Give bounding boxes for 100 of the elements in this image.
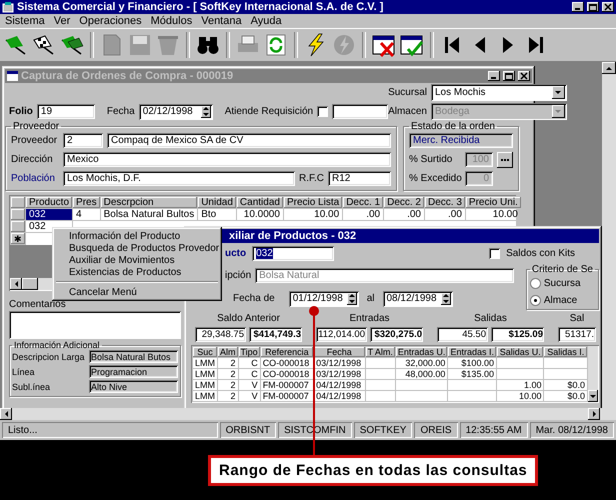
field-label: Fecha [106, 106, 135, 117]
column-header[interactable]: Salidas U. [496, 346, 544, 358]
menu-item[interactable]: Ayuda [250, 15, 282, 27]
info-field: Bolsa Natural Butos [89, 350, 178, 363]
percent-field: 0 [465, 171, 493, 186]
address-field[interactable]: Mexico [63, 152, 391, 167]
column-header[interactable]: Producto [26, 196, 73, 208]
date-field[interactable]: 02/12/1998 [138, 104, 213, 120]
table-cell: .00 [384, 208, 424, 220]
menu-item[interactable]: Información del Producto [55, 230, 219, 242]
checkbox[interactable] [317, 106, 328, 117]
column-header[interactable]: Entradas U. [395, 346, 448, 358]
checkbox-label: Atiende Requisición [224, 106, 314, 117]
menu-item[interactable]: Auxiliar de Movimientos [55, 254, 219, 266]
scroll-thumb[interactable] [22, 278, 38, 290]
supplier-code-field[interactable]: 2 [63, 133, 103, 148]
window-title: Captura de Ordenes de Compra - 000019 [21, 70, 234, 82]
requisition-field[interactable] [332, 104, 388, 119]
window-title: xiliar de Productos - 032 [228, 230, 358, 242]
table-cell: 10.0000 [236, 208, 284, 220]
table-cell: 10.00 [283, 208, 343, 220]
menu-item[interactable]: Ventana [201, 15, 242, 27]
field-label: % Surtido [409, 154, 454, 165]
column-header[interactable]: Fecha [314, 346, 366, 358]
row-selector[interactable] [10, 220, 26, 232]
checkbox[interactable] [489, 248, 500, 259]
product-field[interactable]: 032 [252, 246, 334, 261]
column-header[interactable]: Suc [192, 346, 218, 358]
table-cell: V [238, 390, 260, 402]
menu-item[interactable]: Cancelar Menú [55, 286, 219, 298]
field-label: ucto [225, 248, 246, 259]
field-label: Sucursal [388, 87, 427, 98]
menu-item[interactable]: Ver [54, 15, 70, 27]
radio-label: Almace [544, 295, 578, 306]
field-label: Comentarios [9, 299, 67, 310]
column-header[interactable]: Alm [218, 346, 238, 358]
field-label: ipción [225, 270, 252, 281]
supplier-name-field[interactable]: Compaq de Mexico SA de CV [107, 133, 391, 148]
maximize-button[interactable] [587, 2, 599, 12]
table-cell: Bolsa Natural Bultos [100, 208, 198, 220]
column-header[interactable]: Decc. 1 [342, 196, 384, 208]
column-header[interactable]: Precio Lista [283, 196, 343, 208]
scroll-down-button[interactable] [588, 390, 598, 402]
radio-button[interactable] [530, 295, 541, 306]
scroll-left-button[interactable] [10, 278, 22, 290]
field-label: Descripcion Larga [12, 352, 86, 362]
column-header[interactable]: Decc. 3 [424, 196, 466, 208]
scroll-left-button[interactable] [0, 408, 12, 420]
total-label: Sal [570, 313, 584, 324]
radio-button[interactable] [530, 278, 541, 289]
column-header[interactable]: Unidad [198, 196, 236, 208]
branch-dropdown[interactable]: Los Mochis [430, 84, 567, 101]
column-header[interactable]: Cantidad [236, 196, 284, 208]
column-header[interactable]: T Alm. [365, 346, 396, 358]
scroll-right-button[interactable] [588, 408, 600, 420]
folio-field[interactable]: 19 [36, 104, 95, 119]
column-header[interactable]: Descrpcion [100, 196, 198, 208]
field-label: Línea [12, 366, 36, 376]
column-header[interactable]: Precio Uni. [465, 196, 522, 208]
menu-item[interactable]: Busqueda de Productos Provedor [55, 242, 219, 254]
table-cell: 48,000.00 [395, 368, 448, 380]
table-cell: $0.0 [544, 390, 588, 402]
more-button[interactable] [497, 152, 513, 168]
field-label: Almacen [388, 106, 427, 117]
checkbox-label: Saldos con Kits [506, 248, 575, 259]
amount-field: $414,749.3 [249, 327, 302, 342]
group-title: Estado de la orden [410, 121, 496, 132]
date-field[interactable]: 01/12/1998 [288, 290, 359, 306]
minimize-button[interactable] [572, 2, 584, 12]
table-cell: $100.00 [448, 358, 496, 368]
table-cell: 10.00 [496, 390, 544, 402]
date-field[interactable]: 08/12/1998 [382, 290, 452, 306]
city-field[interactable]: Los Mochis, D.F. [63, 171, 295, 186]
table-cell: .00 [342, 208, 384, 220]
column-header[interactable]: Salidas I. [544, 346, 588, 358]
group-title: Proveedor [12, 121, 60, 132]
row-selector[interactable] [10, 208, 26, 220]
table-cell: LMM [192, 390, 218, 402]
status-panel: 12:35:55 AM [460, 422, 528, 438]
menu-item[interactable]: Sistema [5, 15, 45, 27]
field-label: al [366, 293, 374, 304]
column-header[interactable]: Pres [72, 196, 100, 208]
table-cell: 2 [218, 380, 238, 390]
column-header[interactable]: Tipo [238, 346, 260, 358]
menu-item[interactable]: Operaciones [79, 15, 142, 27]
column-header[interactable]: Decc. 2 [384, 196, 424, 208]
scroll-up-button[interactable] [602, 62, 616, 74]
column-header[interactable]: Entradas I. [448, 346, 496, 358]
total-label: Saldo Anterior [217, 313, 280, 324]
units-field: 51317. [558, 327, 596, 342]
comments-field[interactable] [9, 311, 181, 339]
menu-item[interactable]: Módulos [150, 15, 192, 27]
rfc-field[interactable]: R12 [328, 171, 391, 186]
link[interactable]: Población [11, 173, 59, 184]
column-header[interactable]: Referencia [260, 346, 314, 358]
field-label: Dirección [11, 154, 54, 165]
close-button[interactable] [602, 2, 614, 12]
window-title: Sistema Comercial y Financiero - [ SoftKey Internacional S.A. de C.V. ] [17, 1, 384, 13]
table-cell[interactable]: 032 [26, 208, 73, 220]
menu-item[interactable]: Existencias de Productos [55, 266, 219, 278]
